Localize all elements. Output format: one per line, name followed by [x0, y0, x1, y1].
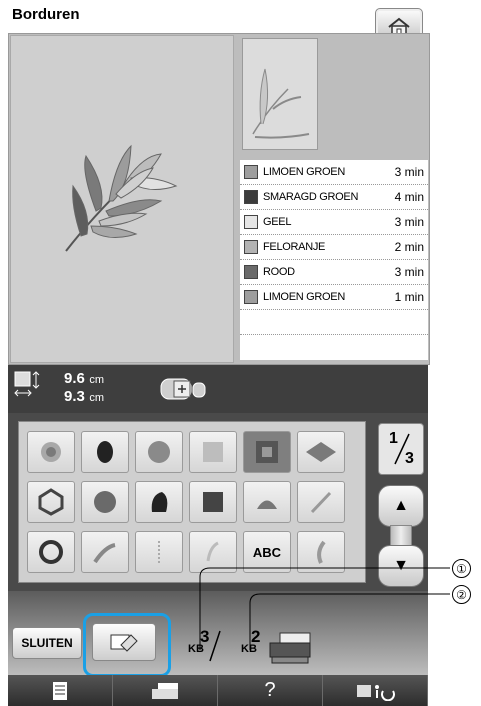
thread-color-swatch: [244, 290, 258, 304]
pattern-grid: ABC: [18, 421, 366, 583]
thread-time: 3 min: [394, 265, 424, 279]
thread-color-swatch: [244, 190, 258, 204]
size-info-bar: 9.6 cm 9.3 cm: [8, 365, 428, 413]
thread-name: ROOD: [263, 266, 295, 278]
question-mark-icon: ?: [264, 679, 276, 701]
thread-color-swatch: [244, 165, 258, 179]
callout-lines: [199, 567, 450, 650]
pattern-cell[interactable]: [243, 481, 291, 523]
thread-row: ROOD 3 min: [240, 260, 428, 285]
size-width: 9.6 cm: [64, 370, 104, 387]
thread-row: FELORANJE 2 min: [240, 235, 428, 260]
pattern-cell[interactable]: [135, 431, 183, 473]
thread-name: GEEL: [263, 216, 292, 228]
thread-color-swatch: [244, 240, 258, 254]
thread-row-empty: [240, 310, 428, 335]
pattern-cell[interactable]: [297, 431, 345, 473]
pattern-cell[interactable]: [81, 431, 129, 473]
thread-row: SMARAGD GROEN 4 min: [240, 185, 428, 210]
pattern-cell[interactable]: [135, 531, 183, 573]
pattern-cell[interactable]: [189, 481, 237, 523]
pattern-cell[interactable]: [81, 531, 129, 573]
help-button[interactable]: ?: [218, 675, 323, 706]
thread-time: 3 min: [394, 215, 424, 229]
eraser-icon: [110, 634, 138, 652]
document-button[interactable]: [8, 675, 113, 706]
pattern-cell-selected[interactable]: [243, 431, 291, 473]
embroidery-frame-icon: [160, 377, 208, 401]
size-height: 9.3 cm: [64, 388, 104, 405]
thread-time: 4 min: [394, 190, 424, 204]
thread-name: SMARAGD GROEN: [263, 191, 359, 203]
machine-icon: [152, 682, 178, 699]
leaf-design-image: [65, 144, 178, 252]
thread-row: LIMOEN GROEN 1 min: [240, 285, 428, 310]
callout-marker-1: ①: [452, 559, 471, 578]
thread-name: LIMOEN GROEN: [263, 166, 345, 178]
machine-mode-button[interactable]: [113, 675, 218, 706]
delete-button[interactable]: [92, 623, 156, 661]
pattern-cell[interactable]: [189, 431, 237, 473]
pattern-cell[interactable]: [135, 481, 183, 523]
thumbnail-sketch-image: [252, 68, 310, 139]
thread-time: 1 min: [394, 290, 424, 304]
close-button[interactable]: SLUITEN: [12, 627, 82, 659]
thread-color-swatch: [244, 265, 258, 279]
thread-time: 2 min: [394, 240, 424, 254]
settings-button[interactable]: [323, 675, 428, 706]
pattern-cell[interactable]: [297, 481, 345, 523]
scroll-up-button[interactable]: ▲: [378, 485, 424, 527]
thread-row: GEEL 3 min: [240, 210, 428, 235]
thread-color-list: LIMOEN GROEN 3 min SMARAGD GROEN 4 min G…: [240, 160, 428, 360]
callout-marker-2: ②: [452, 585, 471, 604]
thread-row: LIMOEN GROEN 3 min: [240, 160, 428, 185]
page-total: 3: [405, 450, 414, 467]
settings-icon: [357, 684, 395, 701]
thread-color-swatch: [244, 215, 258, 229]
thread-time: 3 min: [394, 165, 424, 179]
abc-label: ABC: [252, 544, 282, 560]
pattern-cell[interactable]: [27, 481, 75, 523]
page-indicator: 1 3: [378, 423, 424, 475]
bottom-toolbar: ?: [8, 675, 428, 706]
document-icon: [53, 681, 67, 700]
triangle-up-icon: ▲: [393, 497, 409, 514]
thread-name: FELORANJE: [263, 241, 326, 253]
thread-name: LIMOEN GROEN: [263, 291, 345, 303]
design-thumbnail: [242, 38, 318, 150]
size-icon: [14, 371, 42, 401]
page-title: Borduren: [12, 6, 80, 23]
pattern-cell[interactable]: [27, 531, 75, 573]
embroidery-preview: [10, 35, 234, 363]
pattern-cell[interactable]: [27, 431, 75, 473]
pattern-cell[interactable]: [81, 481, 129, 523]
